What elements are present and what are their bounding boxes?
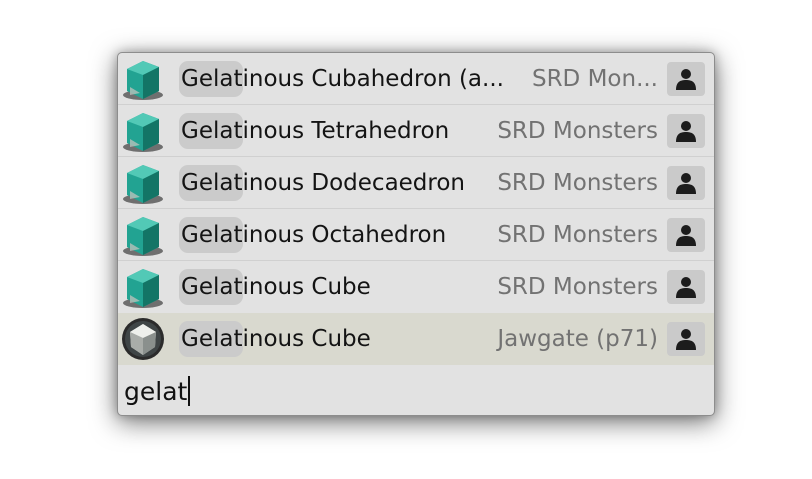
gelatinous-cube-token-icon: [121, 109, 165, 153]
result-name: Gelatinous Cube: [181, 274, 371, 300]
result-source: Jawgate (p71): [497, 326, 658, 352]
gelatinous-cube-token-icon: [121, 265, 165, 309]
gelatinous-cube-token-icon: [121, 57, 165, 101]
result-row[interactable]: Gelatinous Cube SRD Monsters: [118, 261, 714, 313]
user-icon[interactable]: [667, 62, 705, 96]
result-row[interactable]: Gelatinous Octahedron SRD Monsters: [118, 209, 714, 261]
user-icon[interactable]: [667, 322, 705, 356]
result-name: Gelatinous Tetrahedron: [181, 118, 450, 144]
result-source: SRD Monsters: [497, 118, 658, 144]
result-name: Gelatinous Dodecaedron: [181, 170, 466, 196]
user-icon[interactable]: [667, 218, 705, 252]
user-icon[interactable]: [667, 114, 705, 148]
search-results-popup: Gelatinous Cubahedron (a... SRD Mon... G…: [117, 52, 715, 416]
gem-token-icon: [121, 317, 165, 361]
result-source: SRD Mon...: [531, 66, 658, 92]
result-name: Gelatinous Cubahedron (a...: [181, 66, 504, 92]
user-icon[interactable]: [667, 270, 705, 304]
result-row[interactable]: Gelatinous Tetrahedron SRD Monsters: [118, 105, 714, 157]
search-input-text[interactable]: gelat: [124, 365, 191, 415]
result-source: SRD Monsters: [497, 274, 658, 300]
result-name: Gelatinous Octahedron: [181, 222, 447, 248]
gelatinous-cube-token-icon: [121, 161, 165, 205]
text-caret: [188, 376, 191, 406]
result-name: Gelatinous Cube: [181, 326, 371, 352]
result-row-selected[interactable]: Gelatinous Cube Jawgate (p71): [118, 313, 714, 365]
result-row[interactable]: Gelatinous Dodecaedron SRD Monsters: [118, 157, 714, 209]
result-source: SRD Monsters: [497, 222, 658, 248]
search-input[interactable]: gelat: [118, 365, 714, 415]
result-row[interactable]: Gelatinous Cubahedron (a... SRD Mon...: [118, 53, 714, 105]
result-source: SRD Monsters: [497, 170, 658, 196]
user-icon[interactable]: [667, 166, 705, 200]
gelatinous-cube-token-icon: [121, 213, 165, 257]
